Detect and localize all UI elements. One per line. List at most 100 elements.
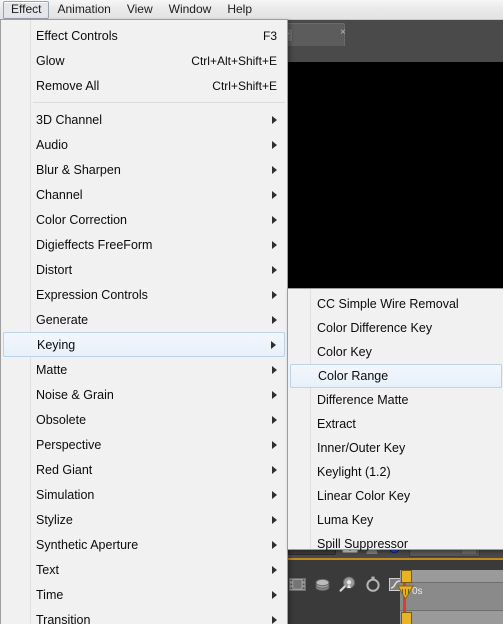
- submenu-arrow-icon: [272, 415, 277, 424]
- menu-item-remove-all[interactable]: Remove All Ctrl+Shift+E: [3, 73, 285, 98]
- menu-item-digieffects-freeform[interactable]: Digieffects FreeForm: [3, 232, 285, 257]
- submenu-item-extract[interactable]: Extract: [290, 412, 502, 436]
- panel-subbar: [285, 48, 503, 63]
- submenu-item-inner-outer-key[interactable]: Inner/Outer Key: [290, 436, 502, 460]
- menu-item-label: Effect Controls: [36, 28, 118, 43]
- timeline-ruler-row-top: [400, 570, 503, 583]
- close-icon[interactable]: ×: [338, 27, 348, 38]
- work-area-start-marker[interactable]: [401, 570, 412, 583]
- composition-panel-tabstrip: Comp ×: [241, 20, 503, 49]
- menu-item-shortcut: F3: [262, 28, 277, 43]
- menu-item-label: Noise & Grain: [36, 387, 114, 402]
- menu-item-label: Glow: [36, 53, 65, 68]
- submenu-item-label: Inner/Outer Key: [317, 441, 406, 455]
- menubar-item-animation[interactable]: Animation: [49, 1, 118, 19]
- menu-item-blur-sharpen[interactable]: Blur & Sharpen: [3, 157, 285, 182]
- menubar-item-effect[interactable]: Effect: [3, 0, 50, 19]
- menubar-item-window[interactable]: Window: [161, 1, 220, 19]
- menu-item-distort[interactable]: Distort: [3, 257, 285, 282]
- menu-item-label: Time: [36, 587, 64, 602]
- menu-item-shortcut: Ctrl+Shift+E: [212, 78, 277, 93]
- menu-item-label: Obsolete: [36, 412, 87, 427]
- submenu-item-color-difference-key[interactable]: Color Difference Key: [290, 316, 502, 340]
- submenu-item-keylight-1-2[interactable]: Keylight (1.2): [290, 460, 502, 484]
- timeline-ruler-row-bottom: [400, 610, 503, 624]
- menu-item-matte[interactable]: Matte: [3, 357, 285, 382]
- menu-item-label: Generate: [36, 312, 89, 327]
- submenu-item-cc-simple-wire-removal[interactable]: CC Simple Wire Removal: [290, 292, 502, 316]
- menu-item-generate[interactable]: Generate: [3, 307, 285, 332]
- menu-item-effect-controls[interactable]: Effect Controls F3: [3, 23, 285, 48]
- menu-item-obsolete[interactable]: Obsolete: [3, 407, 285, 432]
- submenu-arrow-icon: [272, 540, 277, 549]
- menu-item-channel[interactable]: Channel: [3, 182, 285, 207]
- submenu-item-color-key[interactable]: Color Key: [290, 340, 502, 364]
- menu-item-perspective[interactable]: Perspective: [3, 432, 285, 457]
- submenu-item-label: Extract: [317, 417, 356, 431]
- menu-item-label: Perspective: [36, 437, 102, 452]
- stack-icon[interactable]: [314, 577, 331, 592]
- submenu-item-luma-key[interactable]: Luma Key: [290, 508, 502, 532]
- menu-item-keying[interactable]: Keying: [3, 332, 285, 357]
- menu-item-3d-channel[interactable]: 3D Channel: [3, 107, 285, 132]
- timeline-time-label: 0s: [412, 586, 423, 597]
- menu-item-time[interactable]: Time: [3, 582, 285, 607]
- menu-bar: Effect Animation View Window Help: [0, 0, 503, 20]
- submenu-arrow-icon: [272, 590, 277, 599]
- submenu-item-label: Difference Matte: [317, 393, 409, 407]
- submenu-arrow-icon: [272, 265, 277, 274]
- menu-item-label: Color Correction: [36, 212, 128, 227]
- menu-item-label: Channel: [36, 187, 83, 202]
- work-area-end-marker[interactable]: [401, 612, 412, 624]
- film-strip-icon[interactable]: [289, 577, 306, 592]
- menu-item-label: Distort: [36, 262, 73, 277]
- menu-item-audio[interactable]: Audio: [3, 132, 285, 157]
- menu-item-color-correction[interactable]: Color Correction: [3, 207, 285, 232]
- submenu-item-spill-suppressor[interactable]: Spill Suppressor: [290, 532, 502, 556]
- submenu-arrow-icon: [272, 165, 277, 174]
- submenu-arrow-icon: [272, 390, 277, 399]
- menu-item-label: Transition: [36, 612, 91, 624]
- menu-item-text[interactable]: Text: [3, 557, 285, 582]
- menubar-item-view[interactable]: View: [119, 1, 161, 19]
- menu-item-shortcut: Ctrl+Alt+Shift+E: [191, 53, 277, 68]
- menu-item-noise-grain[interactable]: Noise & Grain: [3, 382, 285, 407]
- menu-item-label: Blur & Sharpen: [36, 162, 121, 177]
- menu-item-label: Stylize: [36, 512, 73, 527]
- menu-item-label: Expression Controls: [36, 287, 148, 302]
- submenu-item-label: Luma Key: [317, 513, 374, 527]
- menu-item-synthetic-aperture[interactable]: Synthetic Aperture: [3, 532, 285, 557]
- submenu-item-label: Color Range: [318, 369, 389, 383]
- menu-item-red-giant[interactable]: Red Giant: [3, 457, 285, 482]
- menu-item-label: Matte: [36, 362, 68, 377]
- submenu-item-label: Color Key: [317, 345, 372, 359]
- effect-dropdown-menu[interactable]: Effect Controls F3 Glow Ctrl+Alt+Shift+E Rem…: [0, 19, 288, 624]
- menu-item-label: Text: [36, 562, 59, 577]
- menu-item-stylize[interactable]: Stylize: [3, 507, 285, 532]
- menu-item-label: Audio: [36, 137, 68, 152]
- submenu-arrow-icon: [272, 515, 277, 524]
- submenu-item-difference-matte[interactable]: Difference Matte: [290, 388, 502, 412]
- menu-item-label: Digieffects FreeForm: [36, 237, 153, 252]
- submenu-item-color-range[interactable]: Color Range: [290, 364, 502, 388]
- submenu-item-linear-color-key[interactable]: Linear Color Key: [290, 484, 502, 508]
- menu-item-label: Red Giant: [36, 462, 93, 477]
- submenu-arrow-icon: [272, 365, 277, 374]
- stopwatch-icon[interactable]: [365, 576, 381, 592]
- search-motion-icon[interactable]: [339, 576, 357, 592]
- playhead-line[interactable]: [397, 570, 414, 624]
- menubar-item-help[interactable]: Help: [219, 1, 260, 19]
- timeline-ruler[interactable]: 0s: [397, 570, 503, 624]
- keying-submenu[interactable]: CC Simple Wire Removal Color Difference K…: [287, 288, 503, 551]
- submenu-arrow-icon: [272, 315, 277, 324]
- after-effects-window: Comp × 00:00:00: [0, 0, 503, 624]
- menu-item-label: Simulation: [36, 487, 95, 502]
- menu-item-glow[interactable]: Glow Ctrl+Alt+Shift+E: [3, 48, 285, 73]
- submenu-arrow-icon: [272, 565, 277, 574]
- menu-item-label: Remove All: [36, 78, 100, 93]
- menu-item-simulation[interactable]: Simulation: [3, 482, 285, 507]
- submenu-arrow-icon: [272, 115, 277, 124]
- menu-separator: [33, 102, 285, 103]
- menu-item-expression-controls[interactable]: Expression Controls: [3, 282, 285, 307]
- menu-item-transition[interactable]: Transition: [3, 607, 285, 624]
